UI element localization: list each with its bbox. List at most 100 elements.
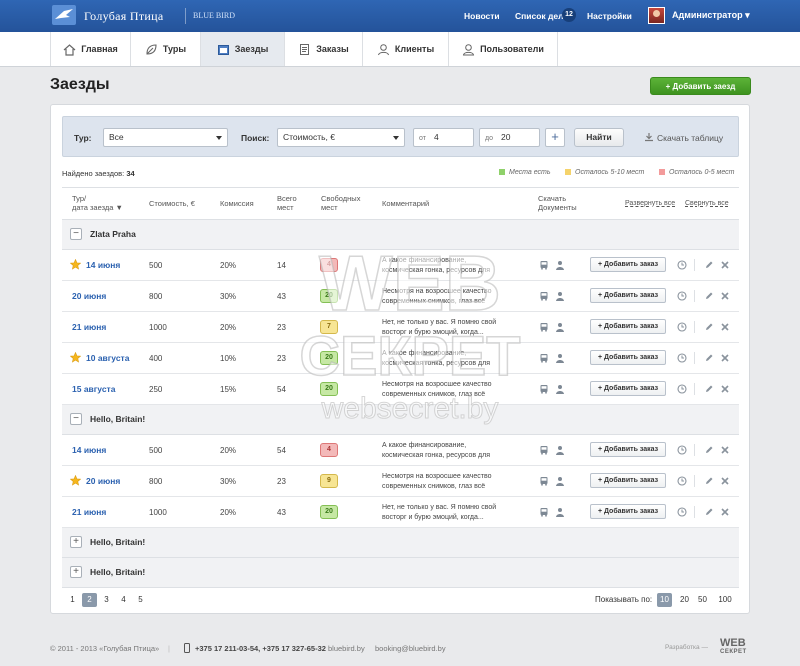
add-order-button[interactable]: + Добавить заказ <box>590 473 666 488</box>
clock-icon[interactable] <box>677 384 687 394</box>
clock-icon[interactable] <box>677 353 687 363</box>
delete-icon[interactable] <box>720 353 730 363</box>
delete-icon[interactable] <box>720 322 730 332</box>
arrival-date-link[interactable]: 15 августа <box>72 384 115 394</box>
page-link[interactable]: 4 <box>116 593 131 607</box>
clock-icon[interactable] <box>677 445 687 455</box>
nav-item-users[interactable]: Пользователи <box>448 32 558 66</box>
avatar[interactable] <box>648 7 665 24</box>
add-order-button[interactable]: + Добавить заказ <box>590 257 666 272</box>
add-order-button[interactable]: + Добавить заказ <box>590 350 666 365</box>
arrival-date-link[interactable]: 21 июня <box>72 507 106 517</box>
expand-all-link[interactable]: Развернуть все <box>625 199 675 208</box>
cost-from-input[interactable]: от 4 <box>413 128 474 147</box>
footer-email[interactable]: booking@bluebird.by <box>375 644 446 653</box>
delete-icon[interactable] <box>720 384 730 394</box>
edit-icon[interactable] <box>704 353 714 363</box>
bus-icon[interactable] <box>539 260 549 270</box>
page-link[interactable]: 5 <box>133 593 148 607</box>
col-tour-date[interactable]: Тур/дата заезда ▼ <box>72 194 123 212</box>
delete-icon[interactable] <box>720 507 730 517</box>
person-icon[interactable] <box>555 260 565 270</box>
bus-icon[interactable] <box>539 384 549 394</box>
edit-icon[interactable] <box>704 476 714 486</box>
news-link[interactable]: Новости <box>464 11 500 21</box>
page-size-option[interactable]: 100 <box>715 593 735 607</box>
edit-icon[interactable] <box>704 322 714 332</box>
bus-icon[interactable] <box>539 445 549 455</box>
collapse-group-button[interactable]: − <box>70 413 82 425</box>
cost-to-input[interactable]: до 20 <box>479 128 540 147</box>
edit-icon[interactable] <box>704 260 714 270</box>
page-size-option[interactable]: 20 <box>677 593 692 607</box>
clock-icon[interactable] <box>677 476 687 486</box>
star-icon[interactable] <box>70 352 81 363</box>
edit-icon[interactable] <box>704 291 714 301</box>
page-link[interactable]: 3 <box>99 593 114 607</box>
nav-item-tours[interactable]: Туры <box>130 32 200 66</box>
clock-icon[interactable] <box>677 260 687 270</box>
tour-select[interactable]: Все <box>103 128 228 147</box>
arrival-date-link[interactable]: 20 июня <box>86 476 120 486</box>
bus-icon[interactable] <box>539 507 549 517</box>
clock-icon[interactable] <box>677 507 687 517</box>
person-icon[interactable] <box>555 291 565 301</box>
bus-icon[interactable] <box>539 476 549 486</box>
delete-icon[interactable] <box>720 445 730 455</box>
bus-icon[interactable] <box>539 291 549 301</box>
filter-bar: Тур: Все Поиск: Стоимость, € от 4 до 20 + … <box>62 116 739 157</box>
arrival-date-link[interactable]: 10 августа <box>86 353 129 363</box>
person-icon[interactable] <box>555 322 565 332</box>
find-button[interactable]: Найти <box>574 128 624 147</box>
add-order-button[interactable]: + Добавить заказ <box>590 504 666 519</box>
arrival-date-link[interactable]: 14 июня <box>72 445 106 455</box>
nav-item-orders[interactable]: Заказы <box>284 32 362 66</box>
bird-logo-icon[interactable] <box>52 5 76 25</box>
person-icon[interactable] <box>555 445 565 455</box>
clock-icon[interactable] <box>677 291 687 301</box>
star-icon[interactable] <box>70 259 81 270</box>
page-size-option[interactable]: 50 <box>695 593 710 607</box>
search-field-select[interactable]: Стоимость, € <box>277 128 405 147</box>
nav-item-clients[interactable]: Клиенты <box>362 32 448 66</box>
todo-link[interactable]: Список дел <box>515 11 564 21</box>
add-condition-button[interactable]: + <box>545 128 565 147</box>
page-link[interactable]: 1 <box>65 593 80 607</box>
delete-icon[interactable] <box>720 260 730 270</box>
add-order-button[interactable]: + Добавить заказ <box>590 288 666 303</box>
edit-icon[interactable] <box>704 384 714 394</box>
bus-icon[interactable] <box>539 353 549 363</box>
page-link[interactable]: 2 <box>82 593 97 607</box>
page-size-option[interactable]: 10 <box>657 593 672 607</box>
person-icon[interactable] <box>555 507 565 517</box>
edit-icon[interactable] <box>704 445 714 455</box>
collapse-all-link[interactable]: Свернуть все <box>685 199 729 208</box>
edit-icon[interactable] <box>704 507 714 517</box>
person-icon[interactable] <box>555 476 565 486</box>
expand-group-button[interactable]: + <box>70 536 82 548</box>
developer-logo[interactable]: WEB СЕКРЕТ <box>720 638 747 657</box>
delete-icon[interactable] <box>720 476 730 486</box>
add-order-button[interactable]: + Добавить заказ <box>590 319 666 334</box>
person-icon[interactable] <box>555 353 565 363</box>
add-order-button[interactable]: + Добавить заказ <box>590 442 666 457</box>
nav-item-arrivals[interactable]: Заезды <box>200 32 284 66</box>
commission-cell: 20% <box>220 446 237 455</box>
delete-icon[interactable] <box>720 291 730 301</box>
collapse-group-button[interactable]: − <box>70 228 82 240</box>
arrival-date-link[interactable]: 21 июня <box>72 322 106 332</box>
clock-icon[interactable] <box>677 322 687 332</box>
arrival-date-link[interactable]: 20 июня <box>72 291 106 301</box>
arrival-date-link[interactable]: 14 июня <box>86 260 120 270</box>
expand-group-button[interactable]: + <box>70 566 82 578</box>
person-icon[interactable] <box>555 384 565 394</box>
star-icon[interactable] <box>70 475 81 486</box>
add-order-button[interactable]: + Добавить заказ <box>590 381 666 396</box>
user-menu[interactable]: Администратор ▾ <box>672 10 750 21</box>
download-table-link[interactable]: Скачать таблицу <box>644 132 723 143</box>
footer-site[interactable]: bluebird.by <box>328 644 365 653</box>
nav-item-home[interactable]: Главная <box>50 32 130 66</box>
bus-icon[interactable] <box>539 322 549 332</box>
settings-link[interactable]: Настройки <box>587 11 632 21</box>
add-arrival-button[interactable]: + Добавить заезд <box>650 77 751 95</box>
